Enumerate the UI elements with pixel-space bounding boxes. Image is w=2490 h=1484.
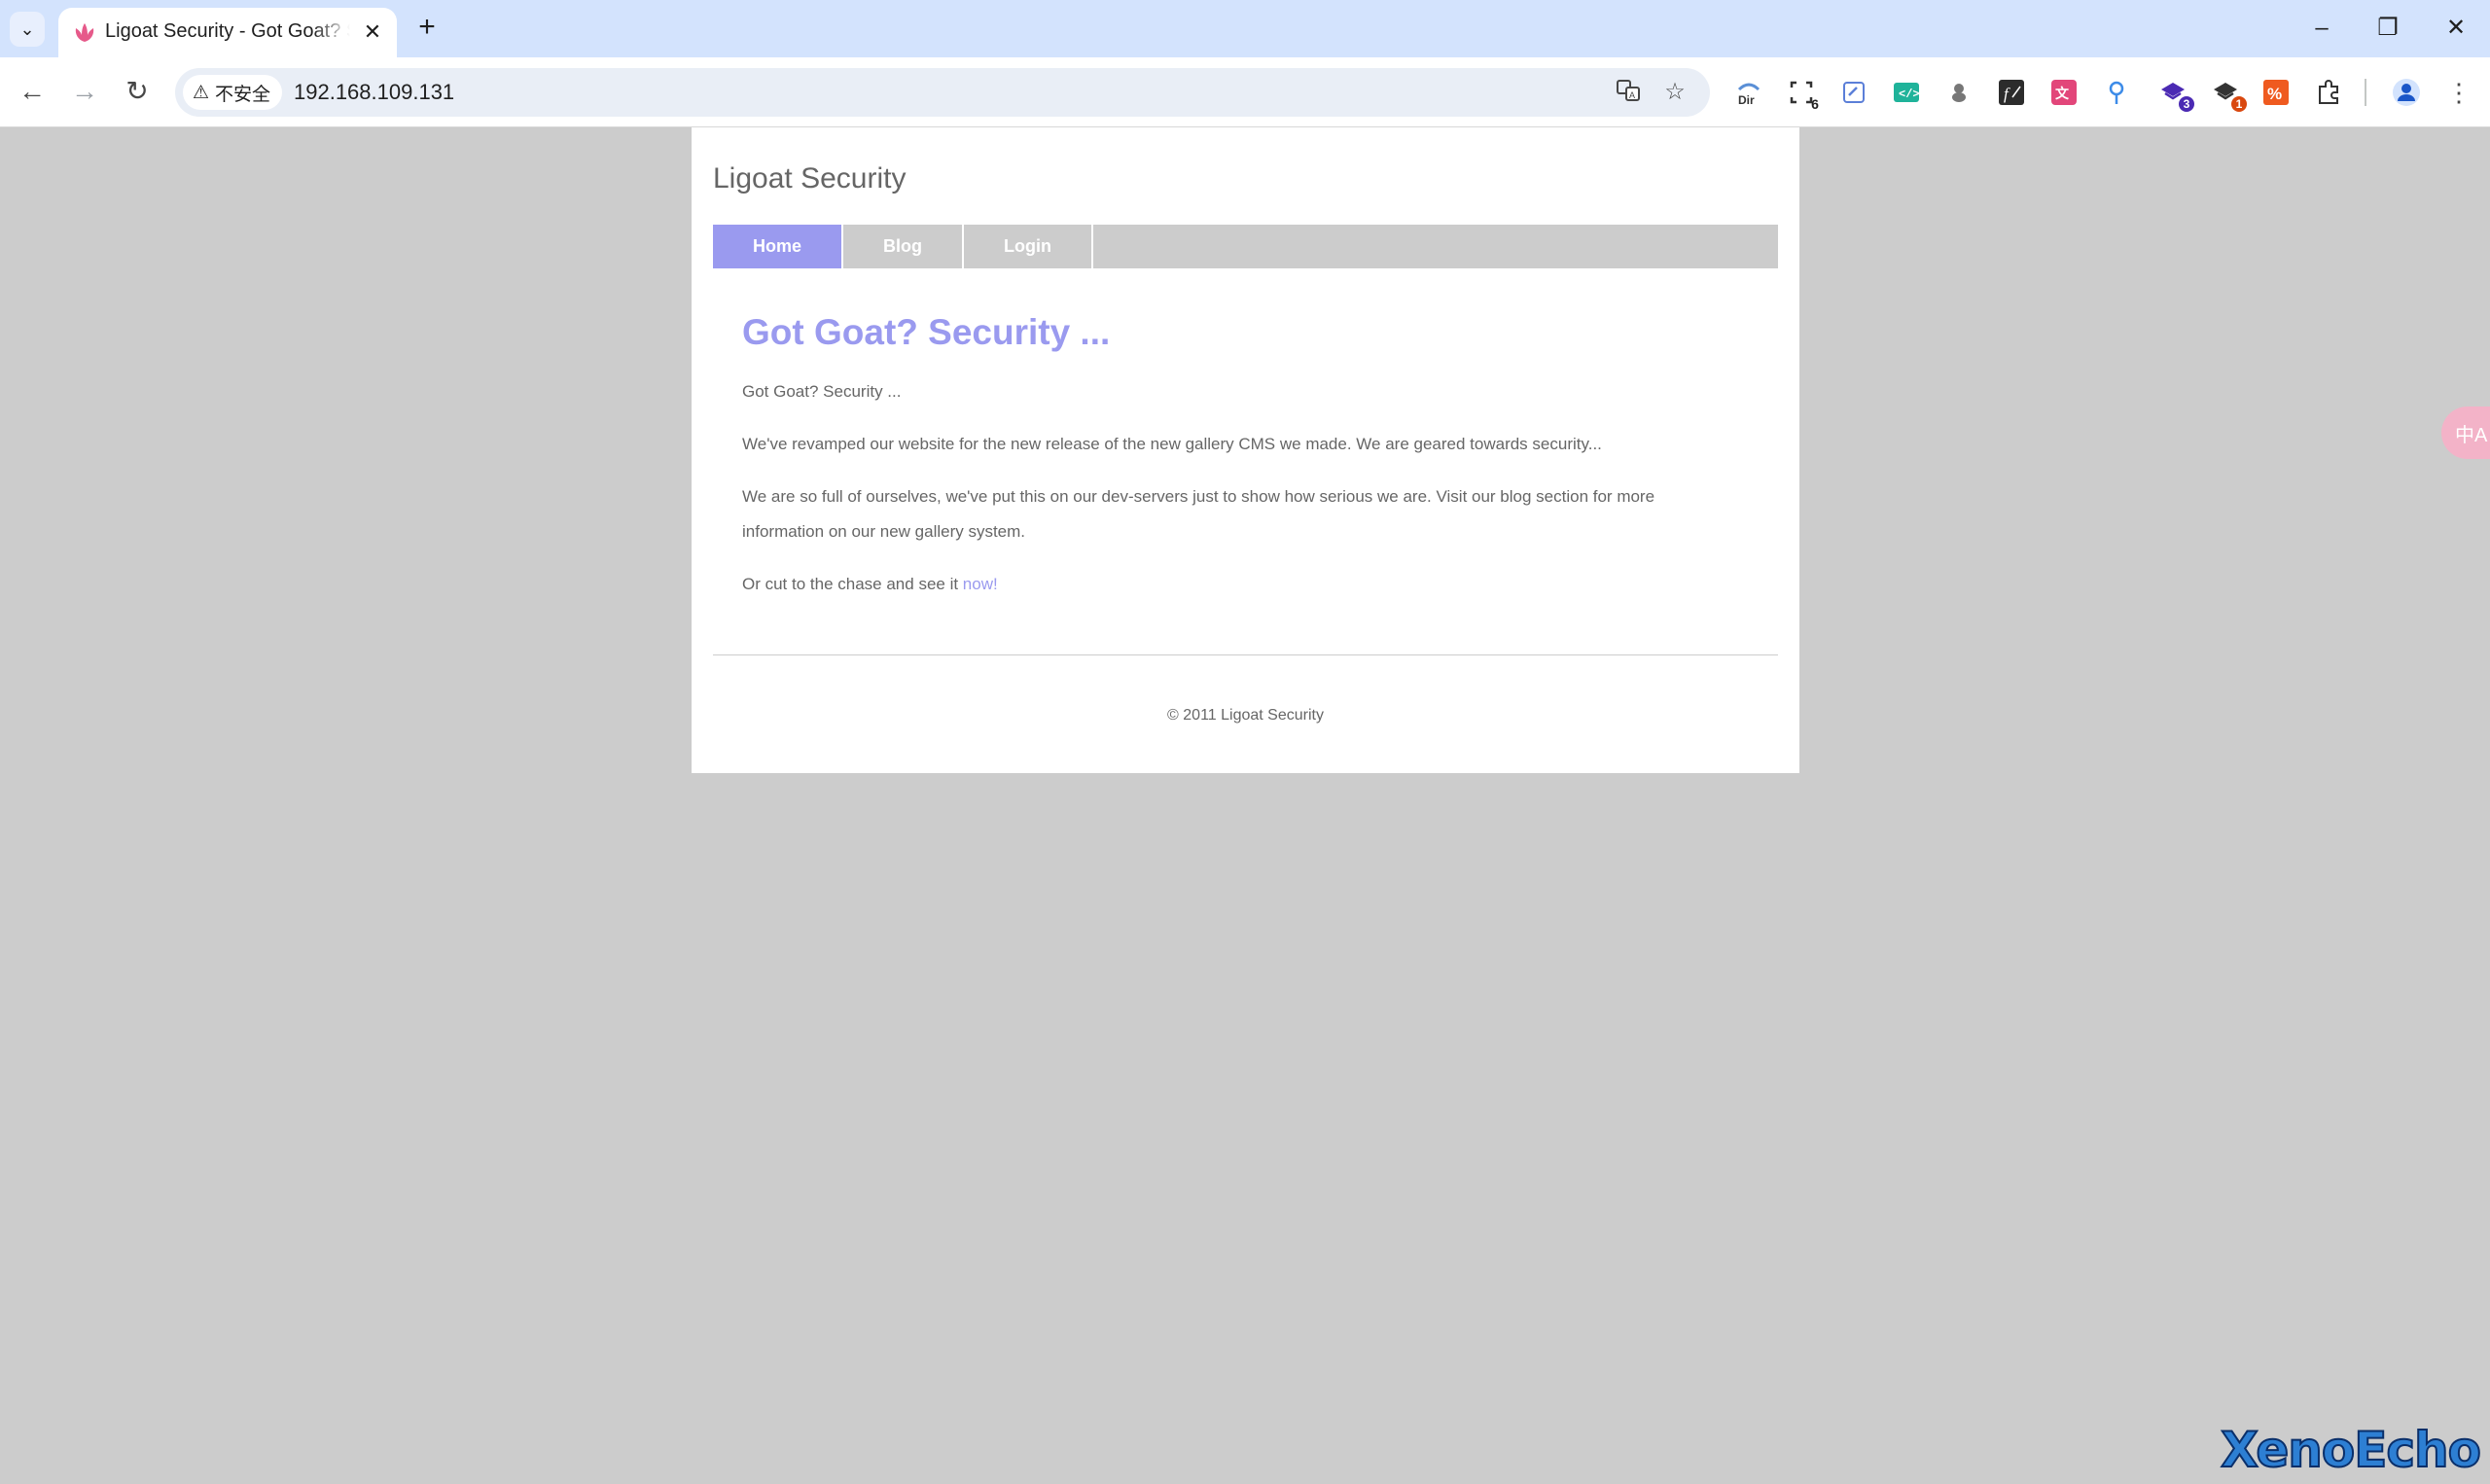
- site-footer: © 2011 Ligoat Security: [1167, 707, 1324, 724]
- wappalyzer-extension-icon[interactable]: 3: [2157, 77, 2194, 112]
- chevron-down-icon: ⌄: [19, 18, 35, 39]
- now-link[interactable]: now!: [963, 575, 998, 593]
- new-tab-button[interactable]: +: [410, 12, 444, 45]
- nav-home[interactable]: Home: [713, 225, 844, 268]
- minimize-icon[interactable]: –: [2295, 8, 2348, 49]
- translate-extension-icon[interactable]: 文: [2048, 77, 2080, 108]
- site-navbar: Home Blog Login: [713, 225, 1778, 268]
- site-title: Ligoat Security: [713, 162, 907, 194]
- dev-servers-paragraph: We are so full of ourselves, we've put t…: [742, 487, 1655, 541]
- tab-strip: ⌄ Ligoat Security - Got Goat? Security .…: [0, 0, 2490, 57]
- svg-text:A: A: [1629, 90, 1635, 100]
- bug-extension-icon[interactable]: [1943, 77, 1974, 108]
- cookie-extension-icon[interactable]: 1: [2210, 77, 2247, 112]
- floating-translate-button[interactable]: 中A: [2441, 406, 2490, 459]
- chase-text: Or cut to the chase and see it: [742, 575, 963, 593]
- site-info-button[interactable]: ⚠ 不安全: [183, 75, 283, 110]
- forward-icon[interactable]: →: [64, 71, 105, 112]
- browser-toolbar: ← → ↻ ⚠ 不安全 192.168.109.131 A ☆ Dir 6 </…: [0, 57, 2490, 127]
- reload-icon[interactable]: ↻: [117, 71, 158, 112]
- translate-icon: 中A: [2455, 424, 2488, 446]
- revamp-paragraph: We've revamped our website for the new r…: [742, 435, 1602, 453]
- security-label: 不安全: [215, 84, 271, 105]
- nav-blog[interactable]: Blog: [843, 225, 965, 268]
- puzzle-extensions-icon[interactable]: [2313, 77, 2344, 108]
- svg-text:Dir: Dir: [1738, 93, 1755, 107]
- tab-search-button[interactable]: ⌄: [10, 12, 45, 47]
- dir-extension-icon[interactable]: Dir: [1733, 77, 1764, 108]
- back-icon[interactable]: ←: [12, 71, 53, 112]
- profile-avatar-icon[interactable]: [2391, 77, 2422, 108]
- main-content: Got Goat? Security ... Got Goat? Securit…: [742, 312, 1725, 619]
- code-extension-icon[interactable]: </>: [1891, 77, 1922, 108]
- watermark-logo: XenoEcho: [2220, 1421, 2482, 1479]
- tab-title: Ligoat Security - Got Goat? Security ...: [105, 20, 350, 42]
- kebab-menu-icon[interactable]: ⋮: [2443, 77, 2474, 108]
- close-tab-icon[interactable]: ✕: [360, 19, 385, 45]
- close-window-icon[interactable]: ✕: [2430, 8, 2482, 49]
- chase-paragraph: Or cut to the chase and see it now!: [742, 567, 1725, 602]
- footer-divider: [713, 654, 1778, 655]
- browser-tab[interactable]: Ligoat Security - Got Goat? Security ...…: [58, 8, 397, 57]
- scan-extension-icon[interactable]: 6: [1786, 77, 1819, 112]
- function-extension-icon[interactable]: f: [1996, 77, 2027, 108]
- translate-page-icon[interactable]: A: [1613, 77, 1644, 108]
- bookmark-star-icon[interactable]: ☆: [1659, 77, 1690, 108]
- toolbar-divider: [2365, 79, 2366, 106]
- warning-icon: ⚠: [193, 82, 210, 103]
- goat-favicon-icon: [75, 23, 94, 42]
- url-text[interactable]: 192.168.109.131: [294, 80, 454, 105]
- percent-extension-icon[interactable]: %: [2260, 77, 2292, 108]
- svg-text:</>: </>: [1899, 88, 1920, 101]
- nav-login[interactable]: Login: [964, 225, 1093, 268]
- location-extension-icon[interactable]: [2101, 77, 2132, 108]
- site-container: Ligoat Security Home Blog Login Got Goat…: [692, 127, 1799, 773]
- restore-icon[interactable]: ❐: [2362, 8, 2414, 49]
- svg-text:%: %: [2267, 85, 2282, 103]
- address-bar[interactable]: ⚠ 不安全 192.168.109.131 A ☆: [175, 68, 1710, 117]
- intro-paragraph: Got Goat? Security ...: [742, 382, 902, 401]
- page-headline: Got Goat? Security ...: [742, 312, 1111, 352]
- svg-text:文: 文: [2055, 86, 2070, 102]
- link-extension-icon[interactable]: [1838, 77, 1869, 108]
